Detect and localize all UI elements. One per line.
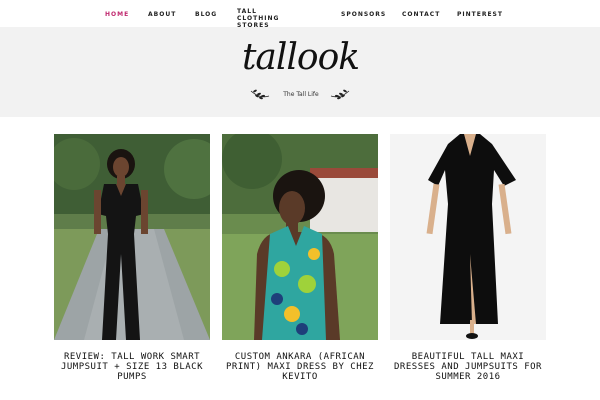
top-navigation: HOME ABOUT BLOG TALL CLOTHING STORES SPO… [0,0,600,30]
post-thumbnail-2[interactable] [222,134,378,340]
jumpsuit-photo [54,134,210,340]
nav-item-contact[interactable]: CONTACT [402,12,440,18]
site-logo[interactable]: tallook The Tall Life [228,36,373,104]
post-thumbnail-3[interactable] [390,134,546,340]
maxi-dress-photo [390,134,546,340]
post-title-3[interactable]: BEAUTIFUL TALL MAXI DRESSES AND JUMPSUIT… [390,352,546,382]
nav-item-sponsors[interactable]: SPONSORS [341,12,386,18]
nav-item-blog[interactable]: BLOG [195,12,217,18]
post-thumbnail-1[interactable] [54,134,210,340]
ankara-dress-photo [222,134,378,340]
logo-tagline: The Tall Life [283,91,319,98]
logo-wordmark: tallook [241,37,360,78]
post-title-1[interactable]: REVIEW: TALL WORK SMART JUMPSUIT + SIZE … [54,352,210,382]
nav-item-about[interactable]: ABOUT [148,12,176,18]
nav-item-tall-clothing-stores[interactable]: TALL CLOTHING STORES [237,8,299,29]
laurel-right-icon [330,89,350,100]
post-title-2[interactable]: CUSTOM ANKARA (AFRICAN PRINT) MAXI DRESS… [222,352,378,382]
nav-item-pinterest[interactable]: PINTEREST [457,12,503,18]
nav-item-home[interactable]: HOME [105,12,129,18]
